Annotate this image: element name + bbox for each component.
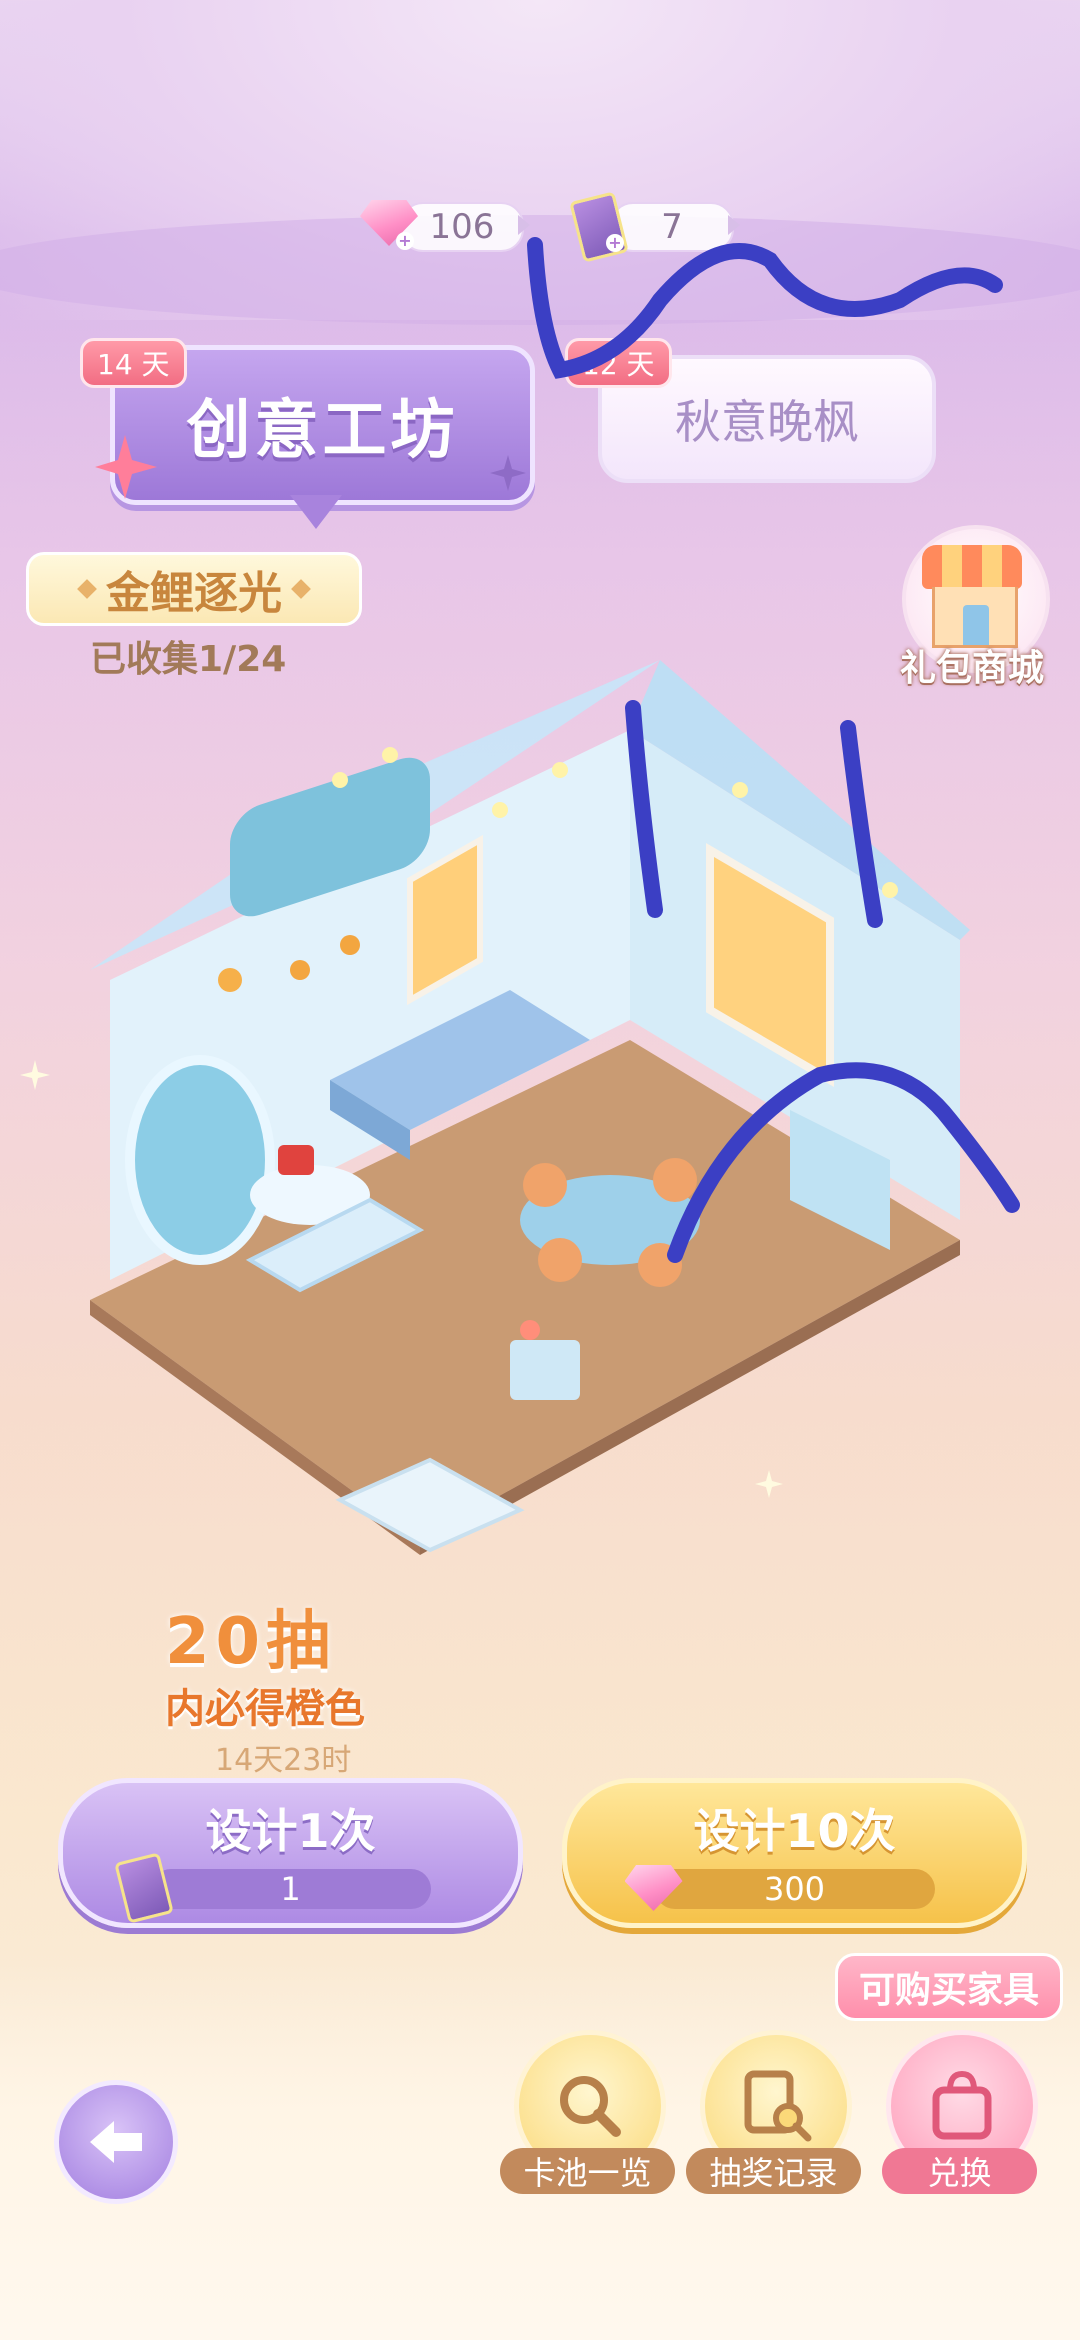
design-card-icon xyxy=(113,1852,174,1924)
guarantee-text: 20抽 内必得橙色 xyxy=(165,1590,385,1734)
shopping-bag-icon xyxy=(932,2070,992,2140)
design-ten-cost: 300 xyxy=(624,1865,935,1911)
badge-text: 可购买家具 xyxy=(858,1970,1039,2011)
scribble-line xyxy=(527,237,1003,379)
design-ten-button[interactable]: 设计10次 300 xyxy=(562,1778,1027,1928)
design-ten-label: 设计10次 xyxy=(693,1804,896,1858)
design-ten-cost-value: 300 xyxy=(763,1870,826,1908)
scribble-line xyxy=(667,1062,1020,1263)
arrow-left-icon xyxy=(90,2121,142,2163)
scribble-line xyxy=(840,720,883,928)
magnifier-sparkle-icon xyxy=(560,2076,621,2137)
card-pool-overview-button[interactable]: 卡池一览 xyxy=(500,2030,675,2230)
design-once-cost: 1 xyxy=(113,1852,431,1924)
exchange-label: 兑换 xyxy=(927,2154,992,2192)
record-search-icon xyxy=(744,2070,812,2142)
scribble-line xyxy=(625,700,663,918)
draw-history-label: 抽奖记录 xyxy=(709,2154,838,2192)
card-pool-label-pill: 卡池一览 xyxy=(500,2148,675,2194)
event-timer: 14天23时 xyxy=(215,1743,352,1778)
exchange-label-pill: 兑换 xyxy=(882,2148,1037,2194)
draw-history-button[interactable]: 抽奖记录 xyxy=(686,2030,861,2230)
purchasable-furniture-badge: 可购买家具 xyxy=(835,1953,1063,2021)
guarantee-line2: 内必得橙色 xyxy=(165,1686,365,1732)
guarantee-line1: 20抽 xyxy=(165,1605,337,1679)
card-pool-label: 卡池一览 xyxy=(523,2154,652,2192)
draw-history-label-pill: 抽奖记录 xyxy=(686,2148,861,2194)
pink-gem-icon xyxy=(624,1865,683,1911)
design-once-button[interactable]: 设计1次 1 xyxy=(58,1778,523,1928)
design-once-cost-value: 1 xyxy=(280,1870,301,1908)
back-button[interactable] xyxy=(54,2080,178,2204)
design-once-label: 设计1次 xyxy=(205,1804,376,1858)
exchange-button[interactable]: 兑换 xyxy=(872,2030,1047,2230)
